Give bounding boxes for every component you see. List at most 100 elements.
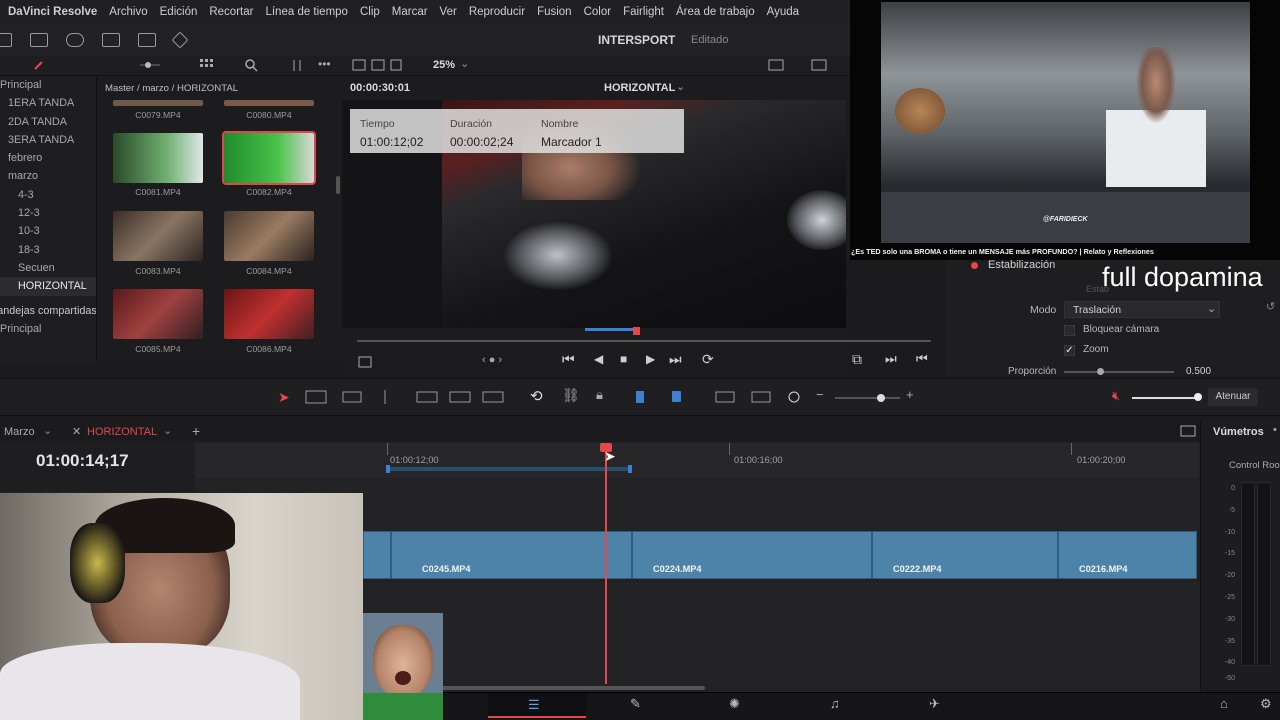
menu-ayuda[interactable]: Ayuda: [767, 6, 799, 18]
next-edit-icon[interactable]: ⏭: [885, 351, 897, 367]
zoom-in-icon[interactable]: +: [906, 387, 914, 402]
clip-thumbnail[interactable]: [113, 133, 203, 183]
close-icon[interactable]: ✕: [72, 425, 81, 438]
menu-linea-tiempo[interactable]: Línea de tiempo: [265, 6, 347, 18]
zoom-checkbox[interactable]: ✓: [1064, 345, 1075, 356]
zoom-view-icons[interactable]: [714, 389, 804, 405]
viewer-options-icons[interactable]: [768, 59, 838, 72]
volume-knob[interactable]: [1194, 393, 1202, 401]
chevron-down-icon[interactable]: ⌄: [163, 424, 172, 437]
clip-thumbnail-selected[interactable]: [222, 131, 316, 185]
volume-slider[interactable]: [1132, 397, 1198, 399]
slider-icon[interactable]: [140, 58, 160, 72]
inspector-section-title[interactable]: Estabilización: [988, 259, 1055, 271]
tab-marzo[interactable]: Marzo: [4, 426, 35, 438]
bin-item[interactable]: 3ERA TANDA: [0, 131, 96, 149]
link-icon[interactable]: ⛓: [562, 387, 580, 404]
marker-range[interactable]: [388, 467, 631, 471]
bin-item[interactable]: Secuen: [0, 259, 96, 277]
trim-tools-icons[interactable]: [305, 390, 405, 404]
menu-recortar[interactable]: Recortar: [209, 6, 253, 18]
bin-item[interactable]: 12-3: [0, 204, 96, 222]
clip-thumbnail[interactable]: [224, 289, 314, 339]
list-icon[interactable]: [102, 33, 120, 47]
proportion-value[interactable]: 0.500: [1186, 366, 1211, 377]
transform-icon[interactable]: [171, 31, 189, 49]
skip-start-icon[interactable]: ⏮: [562, 351, 575, 368]
color-page-icon[interactable]: ✺: [729, 696, 740, 712]
menu-clip[interactable]: Clip: [360, 6, 380, 18]
menu-color[interactable]: Color: [584, 6, 611, 18]
bin-item[interactable]: Principal: [0, 76, 96, 94]
gear-icon[interactable]: ⚙: [1260, 696, 1272, 712]
timeline-clip[interactable]: C0245.MP4: [391, 531, 632, 579]
clip-thumbnail[interactable]: [224, 100, 314, 106]
clip-thumbnail[interactable]: [113, 100, 203, 106]
chevron-down-icon[interactable]: ⌄: [460, 57, 469, 70]
clip-thumbnail[interactable]: [113, 211, 203, 261]
timeline-clip[interactable]: C0224.MP4: [632, 531, 872, 579]
shared-bin-item[interactable]: Principal: [0, 320, 96, 338]
meter-toggle-icon[interactable]: [1180, 425, 1196, 437]
menu-ver[interactable]: Ver: [440, 6, 457, 18]
timeline-zoom-slider[interactable]: [835, 397, 900, 399]
menu-edicion[interactable]: Edición: [160, 6, 198, 18]
menu-marcar[interactable]: Marcar: [392, 6, 428, 18]
clip-thumbnail[interactable]: [224, 211, 314, 261]
menu-archivo[interactable]: Archivo: [109, 6, 147, 18]
bin-item[interactable]: marzo: [0, 167, 96, 185]
grid-view-icon[interactable]: [200, 59, 214, 71]
home-icon[interactable]: ⌂: [1220, 696, 1228, 711]
fusion-page-icon[interactable]: ✎: [630, 696, 641, 712]
sound-library-icon[interactable]: [138, 33, 156, 47]
bin-item[interactable]: 10-3: [0, 222, 96, 240]
loop-icon[interactable]: ⟳: [702, 351, 714, 368]
safe-area-icon[interactable]: [358, 356, 372, 368]
zoom-out-icon[interactable]: −: [816, 387, 824, 402]
link-icon[interactable]: [32, 59, 46, 73]
edit-page-icon[interactable]: ☰: [528, 697, 540, 713]
viewer-timeline-name[interactable]: HORIZONTAL: [604, 82, 675, 94]
timeline-zoom-knob[interactable]: [877, 394, 885, 402]
marker-end[interactable]: [628, 465, 632, 473]
viewer-scrubber[interactable]: [357, 340, 931, 342]
stop-icon[interactable]: ■: [620, 352, 627, 366]
effects-icon[interactable]: [66, 33, 84, 47]
attenuate-button[interactable]: Atenuar: [1208, 388, 1258, 406]
menu-fairlight[interactable]: Fairlight: [623, 6, 664, 18]
menu-reproducir[interactable]: Reproducir: [469, 6, 525, 18]
scrub-playhead[interactable]: [633, 327, 640, 335]
skip-end-icon[interactable]: ⏭: [669, 351, 682, 368]
insert-overwrite-icons[interactable]: [415, 389, 505, 405]
search-icon[interactable]: [245, 59, 259, 73]
lock-camera-checkbox[interactable]: [1064, 325, 1075, 336]
match-frame-icon[interactable]: ⧉: [852, 351, 862, 368]
menu-area-trabajo[interactable]: Área de trabajo: [676, 6, 755, 18]
more-options-icon[interactable]: •: [1273, 424, 1277, 436]
menu-fusion[interactable]: Fusion: [537, 6, 572, 18]
lock-icon[interactable]: 🔒︎: [596, 387, 603, 403]
bin-item-selected[interactable]: HORIZONTAL: [0, 277, 96, 296]
marker-start[interactable]: [386, 465, 390, 473]
clip-thumbnail[interactable]: [113, 289, 203, 339]
play-icon[interactable]: ▶: [646, 352, 655, 366]
more-options-icon[interactable]: •••: [318, 57, 331, 71]
fairlight-page-icon[interactable]: ♫: [830, 696, 840, 711]
snapping-icon[interactable]: ⟲: [530, 387, 543, 405]
mute-icon[interactable]: 🔇︎: [1112, 388, 1120, 404]
media-pool-icon[interactable]: [0, 33, 12, 47]
bin-item[interactable]: 1ERA TANDA: [0, 94, 96, 112]
timeline-clip[interactable]: C0216.MP4: [1058, 531, 1197, 579]
menu-app[interactable]: DaVinci Resolve: [8, 6, 97, 18]
jog-control[interactable]: ‹ ● ›: [482, 354, 502, 366]
bin-scrollbar[interactable]: [336, 176, 340, 194]
reset-icon[interactable]: ↺: [1266, 300, 1275, 313]
marker-icon[interactable]: [672, 391, 681, 402]
timeline-ruler[interactable]: 01:00:12;00 01:00:16;00 01:00:20;00: [195, 443, 1198, 478]
chevron-down-icon[interactable]: ⌄: [676, 80, 685, 93]
image-icon[interactable]: [30, 33, 48, 47]
mode-select[interactable]: Traslación ⌄: [1064, 301, 1220, 318]
timeline-clip[interactable]: C0222.MP4: [872, 531, 1058, 579]
bin-item[interactable]: 18-3: [0, 241, 96, 259]
tab-horizontal[interactable]: HORIZONTAL: [87, 426, 157, 438]
